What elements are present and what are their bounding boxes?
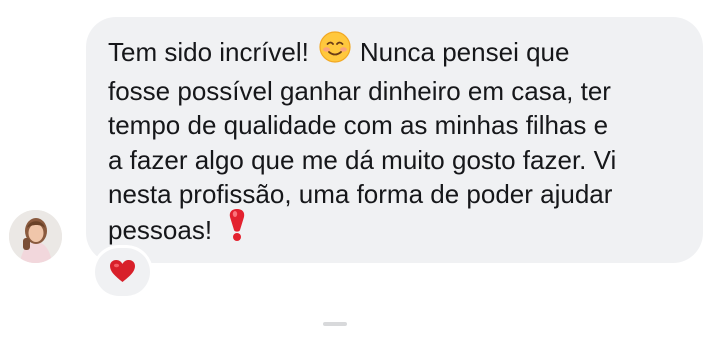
message-line: nesta profissão, uma forma de poder ajud… [108,178,613,209]
sender-avatar[interactable] [9,210,62,263]
heart-icon [110,260,135,282]
message-text: Tem sido incrível! Nunca pensei que fosse… [108,31,696,253]
message-line: fosse possível ganhar dinheiro em casa, … [108,76,611,107]
smiling-face-icon [319,31,351,71]
message-line: a fazer algo que me dá muito gosto fazer… [108,144,617,175]
sender-photo [9,210,62,263]
heart-reaction[interactable] [95,248,150,296]
message-line: Tem sido incrível! [108,36,309,67]
message-line: Nunca pensei que [359,36,570,67]
message-line: pessoas! [108,215,213,245]
home-indicator [323,322,347,326]
exclamation-mark-icon [228,208,246,250]
message-line: tempo de qualidade com as minhas filhas … [108,110,609,141]
